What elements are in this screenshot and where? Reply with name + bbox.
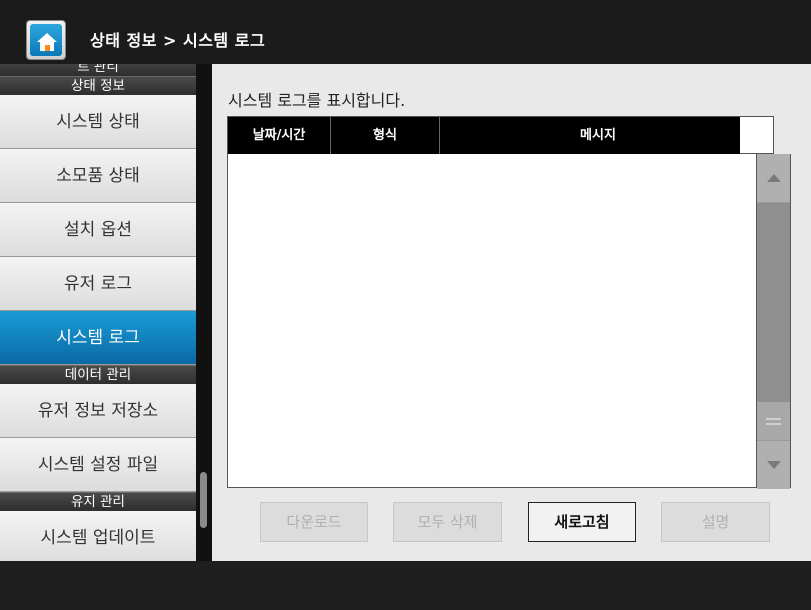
sidebar-item-system-status[interactable]: 시스템 상태 xyxy=(0,95,196,149)
triangle-down-icon xyxy=(766,461,781,469)
bottom-bar xyxy=(0,561,811,610)
column-header-datetime[interactable]: 날짜/시간 xyxy=(228,117,331,154)
sidebar-scroll-thumb[interactable] xyxy=(200,472,207,528)
column-header-type[interactable]: 형식 xyxy=(331,117,440,154)
sidebar-list: 트 관리 상태 정보 시스템 상태 소모품 상태 설치 옵션 유저 로그 시스템… xyxy=(0,64,196,561)
sidebar-item-user-data[interactable]: 유저 정보 저장소 xyxy=(0,384,196,438)
page-description: 시스템 로그를 표시합니다. xyxy=(228,91,406,110)
delete-all-button[interactable]: 모두 삭제 xyxy=(393,502,502,542)
scroll-up-button[interactable] xyxy=(757,154,790,203)
help-button[interactable]: 설명 xyxy=(661,502,770,542)
house-icon xyxy=(37,33,57,51)
log-table: 날짜/시간 형식 메시지 xyxy=(227,116,757,488)
sidebar-item-system-update[interactable]: 시스템 업데이트 xyxy=(0,511,196,561)
triangle-up-icon xyxy=(766,174,781,182)
sidebar-item-options[interactable]: 설치 옵션 xyxy=(0,203,196,257)
table-scroll-corner xyxy=(740,116,774,154)
sidebar-item-user-log[interactable]: 유저 로그 xyxy=(0,257,196,311)
sidebar-section-partial: 트 관리 xyxy=(0,64,196,76)
download-button[interactable]: 다운로드 xyxy=(260,502,368,542)
scroll-grip[interactable] xyxy=(757,402,790,440)
sidebar: 트 관리 상태 정보 시스템 상태 소모품 상태 설치 옵션 유저 로그 시스템… xyxy=(0,64,212,561)
refresh-button[interactable]: 새로고침 xyxy=(528,502,636,542)
breadcrumb: 상태 정보 > 시스템 로그 xyxy=(90,31,266,50)
sidebar-section-data: 데이터 관리 xyxy=(0,365,196,384)
home-button[interactable] xyxy=(26,20,66,60)
sidebar-item-system-log[interactable]: 시스템 로그 xyxy=(0,311,196,365)
scroll-down-button[interactable] xyxy=(757,440,790,489)
title-bar: 상태 정보 > 시스템 로그 xyxy=(0,0,811,64)
main-panel: 시스템 로그를 표시합니다. 날짜/시간 형식 메시지 다운로드 모두 삭제 새… xyxy=(212,64,811,561)
sidebar-item-consumables[interactable]: 소모품 상태 xyxy=(0,149,196,203)
sidebar-item-settings-file[interactable]: 시스템 설정 파일 xyxy=(0,438,196,492)
table-header: 날짜/시간 형식 메시지 xyxy=(228,117,756,154)
column-header-message[interactable]: 메시지 xyxy=(440,117,756,154)
sidebar-section-status: 상태 정보 xyxy=(0,76,196,95)
grip-lines-icon xyxy=(766,418,781,425)
sidebar-section-maintenance: 유지 관리 xyxy=(0,492,196,511)
